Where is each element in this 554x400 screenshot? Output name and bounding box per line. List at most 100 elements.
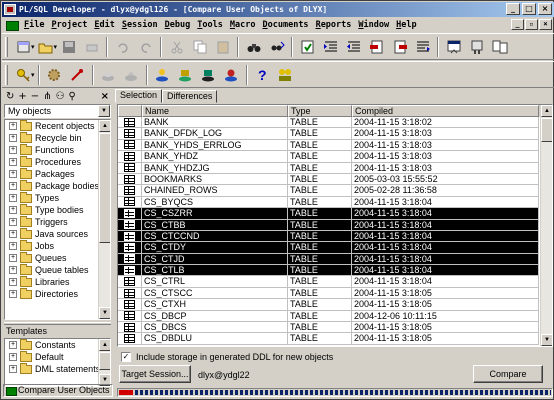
maximize-button[interactable]: □	[522, 3, 536, 15]
tree-item[interactable]: + Type bodies	[5, 203, 110, 216]
unindent-button[interactable]	[342, 36, 365, 58]
expand-icon[interactable]: +	[9, 134, 17, 142]
help-button[interactable]: ?	[251, 64, 274, 86]
new-button[interactable]	[12, 36, 35, 58]
menu-macro[interactable]: Macro	[227, 20, 260, 30]
tab-differences[interactable]: Differences	[162, 90, 218, 103]
cut-button[interactable]	[165, 36, 188, 58]
column-header-compiled[interactable]: Compiled	[352, 105, 539, 117]
table-row[interactable]: BANK_DFDK_LOG TABLE 2004-11-15 3:18:03	[118, 128, 552, 140]
redo-button[interactable]	[134, 36, 157, 58]
menu-project[interactable]: Project	[48, 20, 91, 30]
commit-button[interactable]	[97, 64, 120, 86]
tree-item[interactable]: + Packages	[5, 167, 110, 180]
tree-item[interactable]: + DML statements	[5, 362, 110, 375]
expand-icon[interactable]: +	[9, 182, 17, 190]
tree-item[interactable]: + Constants	[5, 339, 110, 351]
table-row[interactable]: CS_CTRL TABLE 2004-11-15 3:18:04	[118, 276, 552, 288]
column-header-type[interactable]: Type	[288, 105, 352, 117]
object-filter-select[interactable]: My objects ▼	[4, 104, 111, 118]
expand-icon[interactable]: +	[9, 341, 17, 349]
tree-item[interactable]: + Functions	[5, 143, 110, 156]
doc-close-button[interactable]: ×	[539, 19, 552, 30]
expand-icon[interactable]: +	[9, 218, 17, 226]
window-task-button[interactable]: Compare User Objects of D	[3, 384, 113, 397]
table-row[interactable]: CS_CSZRR TABLE 2004-11-15 3:18:04	[118, 208, 552, 220]
db-connect-button[interactable]	[151, 64, 174, 86]
expand-icon[interactable]: +	[9, 365, 17, 373]
tree-item[interactable]: + Libraries	[5, 275, 110, 288]
tab-selection[interactable]: Selection	[115, 89, 163, 103]
break-button[interactable]	[66, 64, 89, 86]
tree-item[interactable]: + Default	[5, 350, 110, 363]
table-row[interactable]: CS_BYQCS TABLE 2004-11-15 3:18:04	[118, 196, 552, 209]
include-storage-option[interactable]: ✓ Include storage in generated DDL for n…	[121, 351, 333, 363]
menu-help[interactable]: Help	[393, 20, 420, 30]
scroll-down-icon[interactable]: ▼	[99, 307, 110, 319]
plug-button[interactable]	[465, 36, 488, 58]
doc-minimize-button[interactable]: _	[511, 19, 524, 30]
minimize-button[interactable]: _	[506, 3, 520, 15]
target-session-button[interactable]: Target Session...	[119, 365, 191, 383]
grid-scrollbar[interactable]: ▲ ▼	[540, 105, 552, 346]
find-next-button[interactable]	[265, 36, 288, 58]
menu-reports[interactable]: Reports	[313, 20, 356, 30]
expand-icon[interactable]: +	[9, 170, 17, 178]
tree-scrollbar[interactable]: ▲ ▼	[98, 120, 110, 319]
menu-window[interactable]: Window	[355, 20, 393, 30]
menu-session[interactable]: Session	[119, 20, 162, 30]
execute-button[interactable]	[43, 64, 66, 86]
expand-icon[interactable]: +	[9, 266, 17, 274]
tree-item[interactable]: + Package bodies	[5, 179, 110, 192]
table-row[interactable]: CS_CTCCND TABLE 2004-11-15 3:18:04	[118, 230, 552, 243]
table-row[interactable]: CS_DBDLU TABLE 2004-11-15 3:18:05	[118, 333, 552, 345]
tree-item[interactable]: + Jobs	[5, 239, 110, 252]
uppercase-button[interactable]	[411, 36, 434, 58]
scroll-down-icon[interactable]: ▼	[541, 334, 552, 346]
table-row[interactable]: CS_CTDY TABLE 2004-11-15 3:18:04	[118, 242, 552, 254]
templates-scrollbar[interactable]: ▲ ▼	[98, 339, 110, 386]
table-row[interactable]: BANK_YHDZJG TABLE 2004-11-15 3:18:03	[118, 162, 552, 174]
menu-tools[interactable]: Tools	[194, 20, 227, 30]
binoculars-icon[interactable]: ⚇	[56, 91, 65, 102]
table-row[interactable]: CS_CTLB TABLE 2004-11-15 3:18:04	[118, 265, 552, 277]
compile-button[interactable]	[296, 36, 319, 58]
toolbar-grip[interactable]	[5, 36, 8, 57]
paste-button[interactable]	[211, 36, 234, 58]
table-row[interactable]: CHAINED_ROWS TABLE 2005-02-28 11:36:58	[118, 185, 552, 197]
scroll-up-icon[interactable]: ▲	[541, 105, 552, 117]
document-icon[interactable]	[5, 20, 19, 31]
scroll-thumb[interactable]	[541, 118, 552, 142]
expand-icon[interactable]: +	[9, 254, 17, 262]
scroll-up-icon[interactable]: ▲	[99, 339, 110, 351]
column-header-name[interactable]: Name	[142, 105, 288, 117]
indent-button[interactable]	[319, 36, 342, 58]
refresh-icon[interactable]: ↻	[6, 91, 14, 102]
tree-item[interactable]: + Java sources	[5, 227, 110, 240]
scroll-up-icon[interactable]: ▲	[99, 120, 110, 132]
find-icon[interactable]: ⚲	[69, 91, 76, 102]
expand-icon[interactable]: +	[9, 230, 17, 238]
tree-item[interactable]: + Types	[5, 191, 110, 204]
tree-item[interactable]: + Queue tables	[5, 263, 110, 276]
copy-button[interactable]	[188, 36, 211, 58]
column-header-icon[interactable]	[118, 105, 142, 117]
doc-restore-button[interactable]: ▫	[525, 19, 538, 30]
menu-debug[interactable]: Debug	[162, 20, 195, 30]
connect-button[interactable]	[12, 64, 35, 86]
tree-item[interactable]: + Triggers	[5, 215, 110, 228]
table-row[interactable]: CS_CTSCC TABLE 2004-11-15 3:18:05	[118, 287, 552, 300]
scroll-thumb[interactable]	[99, 133, 110, 243]
window-list-button[interactable]	[442, 36, 465, 58]
tile-button[interactable]	[488, 36, 511, 58]
find-button[interactable]	[242, 36, 265, 58]
compare-button[interactable]: Compare	[473, 365, 543, 383]
expand-icon[interactable]: +	[9, 278, 17, 286]
expand-icon[interactable]: +	[9, 242, 17, 250]
include-storage-checkbox[interactable]: ✓	[121, 352, 131, 362]
expand-icon[interactable]: +	[9, 353, 17, 361]
close-icon[interactable]: ×	[101, 91, 109, 102]
users-button[interactable]	[274, 64, 297, 86]
db-session-button[interactable]	[220, 64, 243, 86]
table-row[interactable]: BOOKMARKS TABLE 2005-03-03 15:55:52	[118, 173, 552, 186]
